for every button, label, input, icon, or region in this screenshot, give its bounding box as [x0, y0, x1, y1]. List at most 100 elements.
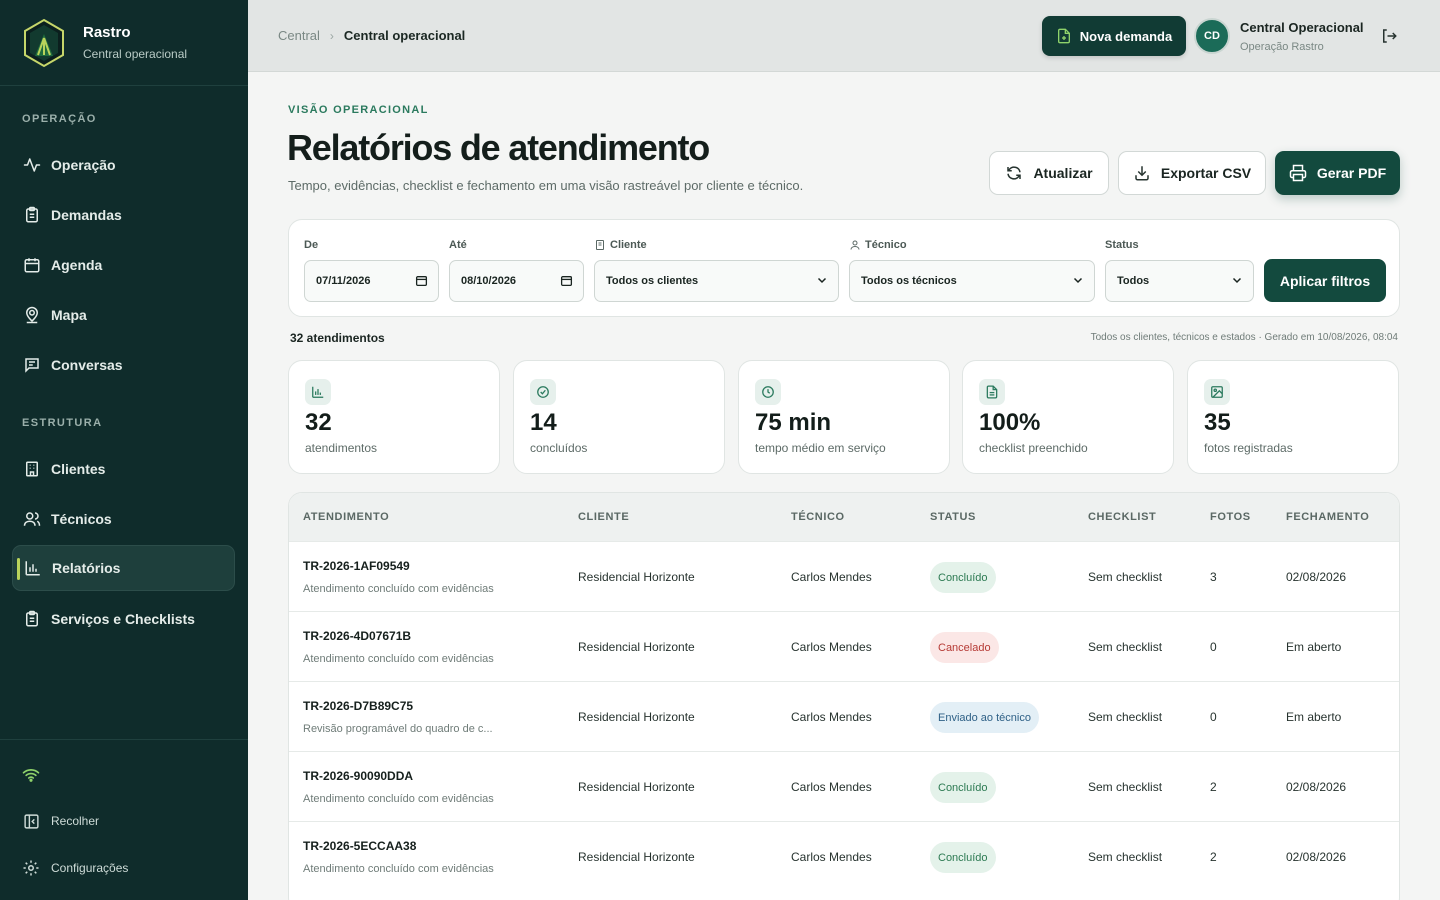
- kpi-label: checklist preenchido: [979, 441, 1088, 455]
- sidebar-item-label: Relatórios: [52, 560, 121, 576]
- kpi-card-checklist: 100% checklist preenchido: [962, 360, 1174, 474]
- col-cliente[interactable]: CLIENTE: [578, 511, 629, 523]
- sidebar-item-label: Conversas: [51, 357, 123, 373]
- row-desc: Atendimento concluído com evidências: [303, 863, 494, 875]
- kpi-label: atendimentos: [305, 441, 378, 455]
- table-row[interactable]: TR-2026-D7B89C75 Revisão programável do …: [289, 681, 1399, 751]
- table-row[interactable]: TR-2026-5ECCAA38 Atendimento concluído c…: [289, 821, 1399, 891]
- sidebar-item-clientes[interactable]: Clientes: [12, 446, 235, 492]
- brand-subtitle: Central operacional: [83, 47, 188, 61]
- col-tecnico[interactable]: TÉCNICO: [791, 511, 845, 523]
- status-badge: Concluído: [930, 562, 996, 593]
- filter-tech-label: Técnico: [849, 239, 907, 251]
- table-row[interactable]: TR-2026-4D07671B Atendimento concluído c…: [289, 611, 1399, 681]
- sidebar-item-label: Clientes: [51, 461, 106, 477]
- kpi-card-fotos: 35 fotos registradas: [1187, 360, 1399, 474]
- kpi-value: 35: [1204, 409, 1231, 436]
- nav-section-estrutura: ESTRUTURA: [22, 417, 103, 429]
- kpi-card-concluidos: 14 concluídos: [513, 360, 725, 474]
- table-row[interactable]: TR-2026-90090DDA Atendimento concluído c…: [289, 751, 1399, 821]
- row-id[interactable]: TR-2026-4D07671B: [303, 629, 411, 643]
- col-checklist[interactable]: CHECKLIST: [1088, 511, 1156, 523]
- row-photos: 2: [1210, 780, 1217, 794]
- user-name: Central Operacional: [1240, 20, 1364, 35]
- row-checklist: Sem checklist: [1088, 850, 1163, 864]
- generate-pdf-button[interactable]: Gerar PDF: [1275, 151, 1400, 195]
- row-checklist: Sem checklist: [1088, 710, 1163, 724]
- new-demand-button[interactable]: Nova demanda: [1042, 16, 1186, 56]
- status-select[interactable]: Todos: [1105, 260, 1254, 302]
- settings-label: Configurações: [51, 861, 129, 875]
- tech-select-value: Todos os técnicos: [861, 275, 957, 287]
- sidebar-item-demandas[interactable]: Demandas: [12, 192, 235, 238]
- row-closing: Em aberto: [1286, 710, 1342, 724]
- status-badge: Concluído: [930, 842, 996, 873]
- kpi-label: concluídos: [530, 441, 588, 455]
- row-id[interactable]: TR-2026-90090DDA: [303, 769, 413, 783]
- refresh-button[interactable]: Atualizar: [989, 151, 1109, 195]
- date-to-input[interactable]: 08/10/2026: [449, 260, 584, 302]
- breadcrumb-central[interactable]: Central: [278, 28, 320, 43]
- brand-name: Rastro: [83, 24, 131, 41]
- kpi-value: 75 min: [755, 409, 832, 436]
- brand[interactable]: Rastro Central operacional: [0, 0, 248, 86]
- avatar[interactable]: CD: [1194, 18, 1230, 54]
- download-icon: [1133, 164, 1151, 182]
- page-eyebrow: VISÃO OPERACIONAL: [288, 104, 429, 116]
- sidebar-item-agenda[interactable]: Agenda: [12, 242, 235, 288]
- tech-select[interactable]: Todos os técnicos: [849, 260, 1095, 302]
- col-fotos[interactable]: FOTOS: [1210, 511, 1251, 523]
- export-csv-label: Exportar CSV: [1160, 165, 1252, 181]
- col-atendimento[interactable]: ATENDIMENTO: [303, 511, 389, 523]
- settings-button[interactable]: Configurações: [22, 859, 128, 877]
- row-id[interactable]: TR-2026-D7B89C75: [303, 699, 413, 713]
- date-from-input[interactable]: 07/11/2026: [304, 260, 439, 302]
- logout-icon[interactable]: [1379, 26, 1399, 46]
- collapse-icon: [22, 812, 40, 830]
- building-icon: [23, 460, 41, 478]
- row-id[interactable]: TR-2026-5ECCAA38: [303, 839, 416, 853]
- date-from-value: 07/11/2026: [316, 275, 371, 287]
- sidebar-item-label: Operação: [51, 157, 116, 173]
- sidebar-item-operacao[interactable]: Operação: [12, 142, 235, 188]
- generate-pdf-label: Gerar PDF: [1316, 165, 1387, 181]
- kpi-value: 32: [305, 409, 332, 436]
- kpi-card-atendimentos: 32 atendimentos: [288, 360, 500, 474]
- wifi-icon: [22, 766, 40, 784]
- col-status[interactable]: STATUS: [930, 511, 976, 523]
- sidebar-item-label: Técnicos: [51, 511, 112, 527]
- sidebar-item-servicos[interactable]: Serviços e Checklists: [12, 596, 235, 642]
- sidebar-item-relatorios[interactable]: Relatórios: [12, 545, 235, 591]
- printer-icon: [1289, 164, 1307, 182]
- user-role: Operação Rastro: [1240, 41, 1324, 53]
- collapse-button[interactable]: Recolher: [22, 812, 99, 830]
- export-csv-button[interactable]: Exportar CSV: [1118, 151, 1266, 195]
- client-select[interactable]: Todos os clientes: [594, 260, 839, 302]
- row-photos: 3: [1210, 570, 1217, 584]
- apply-filters-button[interactable]: Aplicar filtros: [1264, 259, 1386, 302]
- calendar-icon: [23, 256, 41, 274]
- status-badge: Enviado ao técnico: [930, 702, 1039, 733]
- sidebar-item-conversas[interactable]: Conversas: [12, 342, 235, 388]
- activity-icon: [23, 156, 41, 174]
- kpi-card-tempo-medio: 75 min tempo médio em serviço: [738, 360, 950, 474]
- chevron-down-icon: [1231, 274, 1243, 286]
- status-select-value: Todos: [1117, 275, 1150, 287]
- col-fechamento[interactable]: FECHAMENTO: [1286, 511, 1369, 523]
- table-row[interactable]: TR-2026-1AF09549 Atendimento concluído c…: [289, 541, 1399, 611]
- row-closing: 02/08/2026: [1286, 780, 1347, 794]
- map-pin-icon: [23, 306, 41, 324]
- check-circle-icon: [530, 379, 556, 405]
- sidebar-item-label: Mapa: [51, 307, 87, 323]
- kpi-label: tempo médio em serviço: [755, 441, 886, 455]
- filter-client-label: Cliente: [594, 239, 647, 251]
- sidebar-item-mapa[interactable]: Mapa: [12, 292, 235, 338]
- sidebar-item-tecnicos[interactable]: Técnicos: [12, 496, 235, 542]
- clipboard-check-icon: [23, 610, 41, 628]
- row-desc: Atendimento concluído com evidências: [303, 793, 494, 805]
- kpi-value: 14: [530, 409, 557, 436]
- row-client: Residencial Horizonte: [578, 850, 695, 864]
- chevron-down-icon: [816, 274, 828, 286]
- chevron-right-icon: ›: [329, 28, 334, 43]
- row-id[interactable]: TR-2026-1AF09549: [303, 559, 410, 573]
